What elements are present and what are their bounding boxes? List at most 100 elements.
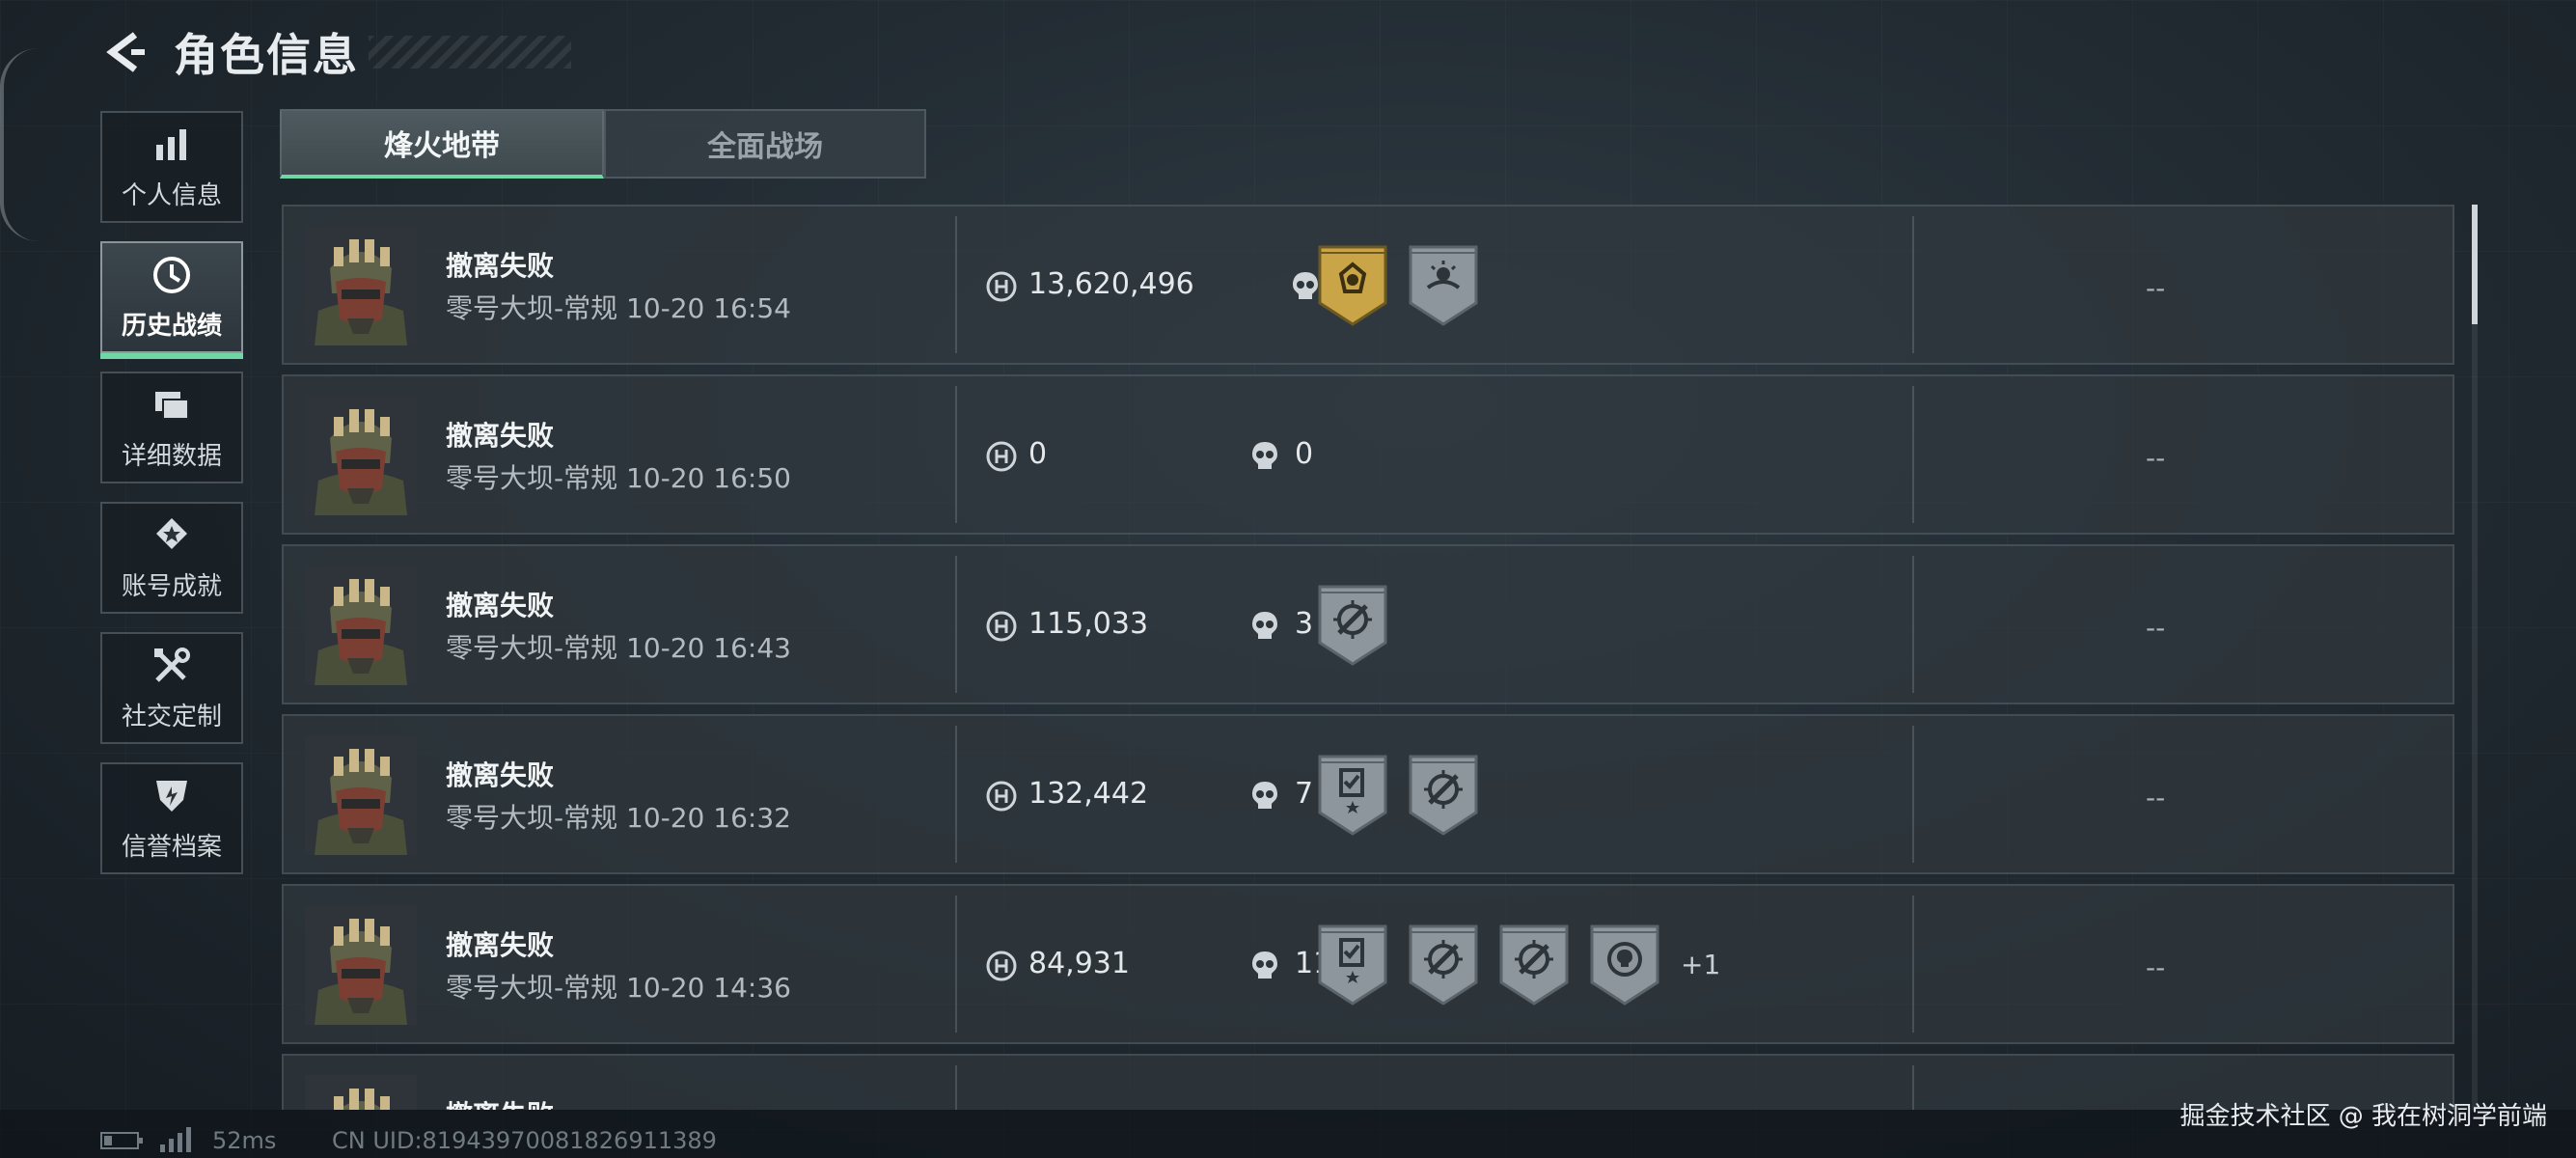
bar-chart-icon: [151, 124, 193, 166]
medal-icon: [151, 514, 193, 557]
match-result: 撤离失败: [446, 420, 555, 452]
shield-icon: [151, 775, 193, 817]
match-map-time: 零号大坝-常规 10-20 16:50: [446, 462, 791, 494]
side-nav: 个人信息 历史战绩 详细数据 账号成就 社交定制 信誉档案: [100, 111, 247, 893]
currency-icon: [985, 950, 1018, 982]
match-map-time: 零号大坝-常规 10-20 14:36: [446, 972, 791, 1004]
folders-icon: [151, 384, 193, 427]
watermark-text: 掘金技术社区 @ 我在树洞学前端: [2179, 1102, 2547, 1131]
extra-value: --: [2146, 782, 2166, 813]
nav-item-personal-info[interactable]: 个人信息: [100, 111, 243, 223]
match-result: 撤离失败: [446, 759, 555, 791]
signal-icon: [160, 1127, 191, 1152]
operator-avatar: [305, 735, 417, 855]
currency-icon: [985, 780, 1018, 813]
column-divider: [955, 556, 957, 693]
nav-label: 个人信息: [121, 180, 222, 210]
badge-list: [1316, 753, 1497, 836]
match-result: 撤离失败: [446, 250, 555, 282]
nav-label: 信誉档案: [121, 832, 222, 862]
column-divider: [955, 1065, 957, 1110]
nav-item-social-custom[interactable]: 社交定制: [100, 632, 243, 744]
match-row[interactable]: 撤离失败 零号大坝-常规 10-20 16:54 13,620,496 2--: [282, 205, 2454, 365]
mode-tabs: 烽火地带 全面战场: [280, 109, 926, 179]
back-button[interactable]: [96, 23, 154, 81]
kill-count: 0: [1295, 437, 1314, 471]
match-map-time: 零号大坝-常规 10-20 16:54: [446, 292, 791, 324]
column-divider: [1912, 216, 1914, 353]
skull-target-badge-icon[interactable]: [1588, 923, 1661, 1006]
tools-icon: [151, 645, 193, 687]
currency-icon: [985, 610, 1018, 643]
column-divider: [1912, 726, 1914, 863]
checklist-star-badge-icon[interactable]: [1316, 923, 1389, 1006]
match-row[interactable]: 撤离失败 零号大坝-常规 10-20 16:43 115,033 3 --: [282, 544, 2454, 704]
nav-label: 历史战绩: [121, 311, 222, 341]
tab-full-battlefield[interactable]: 全面战场: [604, 109, 926, 179]
page-title: 角色信息: [174, 29, 359, 81]
nav-item-credit-record[interactable]: 信誉档案: [100, 762, 243, 874]
column-divider: [955, 386, 957, 523]
gold-crest-badge-icon[interactable]: [1316, 243, 1389, 326]
column-divider: [1912, 896, 1914, 1033]
battery-icon: [100, 1132, 143, 1149]
crosshair-badge-icon[interactable]: [1407, 753, 1480, 836]
crosshair-badge-icon[interactable]: [1316, 583, 1389, 666]
list-scrollbar[interactable]: [2472, 205, 2478, 1112]
money-value: 84,931: [1028, 947, 1130, 980]
column-divider: [955, 896, 957, 1033]
operator-avatar: [305, 396, 417, 515]
extra-value: --: [2146, 272, 2166, 304]
ping-text: 52ms: [212, 1127, 277, 1154]
skull-icon: [1250, 610, 1279, 643]
money-value: 0: [1028, 437, 1048, 471]
extra-value: --: [2146, 442, 2166, 474]
badge-list: +1: [1316, 923, 1720, 1006]
column-divider: [955, 726, 957, 863]
nav-label: 社交定制: [121, 702, 222, 731]
match-result: 撤离失败: [446, 929, 555, 961]
operator-avatar: [305, 226, 417, 345]
nav-item-match-history[interactable]: 历史战绩: [100, 241, 243, 359]
money-value: 132,442: [1028, 777, 1149, 811]
decorative-arc: [0, 48, 42, 241]
operator-avatar: [305, 565, 417, 685]
crosshair-badge-icon[interactable]: [1497, 923, 1571, 1006]
column-divider: [1912, 386, 1914, 523]
user-uid: CN UID:8194397008182691138​9: [332, 1127, 717, 1154]
match-row[interactable]: 撤离失败 零号大坝-常规 10-20 16:32 132,442 7 --: [282, 714, 2454, 874]
match-map-time: 零号大坝-常规 10-20 16:43: [446, 632, 791, 664]
match-history-list: 撤离失败 零号大坝-常规 10-20 16:54 13,620,496 2-- …: [282, 205, 2454, 1110]
currency-icon: [985, 440, 1018, 473]
column-divider: [1912, 556, 1914, 693]
match-map-time: 零号大坝-常规 10-20 16:32: [446, 802, 791, 834]
money-value: 13,620,496: [1028, 267, 1194, 301]
match-row[interactable]: 撤离失败 零号大坝-常规 10-20 14:36 84,931 11 +1 --: [282, 884, 2454, 1044]
match-row[interactable]: 撤离失败 零号大坝-常规 10-20 16:50 0 0 --: [282, 374, 2454, 535]
title-decoration: [369, 36, 571, 69]
currency-icon: [985, 270, 1018, 303]
match-result: 撤离失败: [446, 590, 555, 621]
column-divider: [1912, 1065, 1914, 1110]
checklist-star-badge-icon[interactable]: [1316, 753, 1389, 836]
tab-fenghuo-zone[interactable]: 烽火地带: [280, 109, 604, 179]
column-divider: [955, 216, 957, 353]
extra-value: --: [2146, 612, 2166, 644]
crosshair-badge-icon[interactable]: [1407, 923, 1480, 1006]
scrollbar-thumb[interactable]: [2472, 205, 2478, 324]
match-row[interactable]: 撤离失败: [282, 1054, 2454, 1110]
badge-list: [1316, 583, 1407, 666]
nav-item-achievements[interactable]: 账号成就: [100, 502, 243, 614]
badge-list: [1316, 243, 1497, 326]
kill-count: 3: [1295, 607, 1314, 641]
match-result: 撤离失败: [446, 1094, 554, 1110]
extra-value: --: [2146, 951, 2166, 983]
sunrise-hand-badge-icon[interactable]: [1407, 243, 1480, 326]
nav-item-detailed-data[interactable]: 详细数据: [100, 372, 243, 483]
money-value: 115,033: [1028, 607, 1149, 641]
more-badges-count[interactable]: +1: [1681, 949, 1720, 980]
clock-icon: [151, 254, 193, 296]
back-arrow-icon[interactable]: [102, 29, 149, 75]
kill-count: 7: [1295, 777, 1314, 811]
operator-avatar: [305, 905, 417, 1025]
